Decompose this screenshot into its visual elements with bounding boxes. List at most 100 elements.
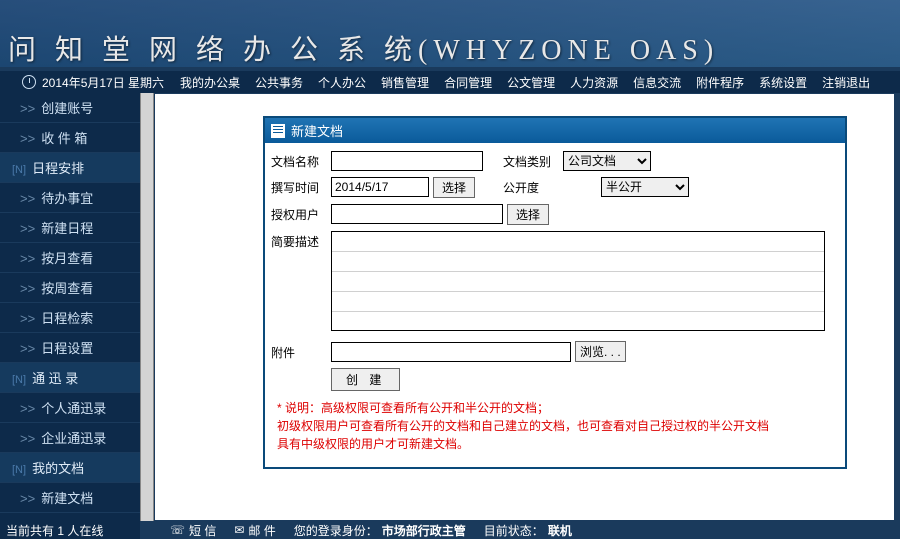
chevron-icon: >> (20, 431, 35, 446)
nav-attach[interactable]: 附件程序 (696, 74, 744, 91)
row-writetime: 撰写时间 选择 公开度 半公开 (271, 177, 839, 198)
sidebar-item-3[interactable]: >> 待办事宜 (0, 183, 140, 213)
sidebar-item-9[interactable]: [N] 通 迅 录 (0, 363, 140, 393)
document-icon (271, 124, 285, 138)
sidebar-item-14[interactable]: >>查看文档 (0, 513, 140, 521)
sidebar-label: 收 件 箱 (41, 131, 87, 146)
attach-input[interactable] (331, 342, 571, 362)
attach-label: 附件 (271, 342, 331, 361)
note-line3: 具有中级权限的用户才可新建文档。 (277, 435, 833, 453)
nav-docs[interactable]: 公文管理 (507, 74, 555, 91)
group-icon: [N] (12, 374, 26, 386)
mail-link[interactable]: ✉邮 件 (234, 522, 275, 539)
doctype-select[interactable]: 公司文档 (563, 151, 651, 171)
row-docname: 文档名称 文档类别 公司文档 (271, 151, 839, 171)
nav-desktop[interactable]: 我的办公桌 (180, 74, 240, 91)
doctype-label: 文档类别 (503, 151, 563, 170)
nav-logout[interactable]: 注销退出 (822, 74, 870, 91)
row-attach: 附件 浏览. . . (271, 341, 839, 362)
sidebar-label: 按月查看 (41, 251, 93, 266)
sidebar-item-4[interactable]: >> 新建日程 (0, 213, 140, 243)
form-body: 文档名称 文档类别 公司文档 撰写时间 选择 公开度 半公开 授权用户 选择 简… (265, 143, 845, 467)
chevron-icon: >> (20, 401, 35, 416)
authuser-label: 授权用户 (271, 204, 331, 223)
docname-input[interactable] (331, 151, 483, 171)
row-authuser: 授权用户 选择 (271, 204, 839, 225)
sidebar-item-11[interactable]: >> 企业通迅录 (0, 423, 140, 453)
sidebar-label: 日程安排 (32, 161, 84, 176)
sidebar-item-1[interactable]: >> 收 件 箱 (0, 123, 140, 153)
main-area: 新建文档 文档名称 文档类别 公司文档 撰写时间 选择 公开度 半公开 授权用户… (154, 93, 895, 521)
writetime-input[interactable] (331, 177, 429, 197)
chevron-icon: >> (20, 191, 35, 206)
chevron-icon: >> (20, 491, 35, 506)
sidebar-label: 按周查看 (41, 281, 93, 296)
online-count: 当前共有 1 人在线 (0, 522, 140, 539)
chevron-icon: >> (20, 101, 35, 116)
chevron-icon: >> (20, 251, 35, 266)
chevron-icon: >> (20, 131, 35, 146)
nav-settings[interactable]: 系统设置 (759, 74, 807, 91)
chevron-icon: >> (20, 341, 35, 356)
sidebar-label: 创建账号 (41, 101, 93, 116)
browse-button[interactable]: 浏览. . . (575, 341, 626, 362)
sidebar-label: 通 迅 录 (32, 371, 78, 386)
sidebar-label: 日程检索 (41, 311, 93, 326)
nav-info[interactable]: 信息交流 (633, 74, 681, 91)
note-line1: * 说明：高级权限可查看所有公开和半公开的文档； (277, 399, 833, 417)
group-icon: [N] (12, 164, 26, 176)
nav-sales[interactable]: 销售管理 (381, 74, 429, 91)
splitter[interactable] (140, 93, 154, 521)
sms-link[interactable]: ☏短 信 (170, 522, 216, 539)
sidebar-label: 企业通迅录 (41, 431, 106, 446)
authuser-input[interactable] (331, 204, 503, 224)
authuser-select-button[interactable]: 选择 (507, 204, 549, 225)
sidebar-item-0[interactable]: >> 创建账号 (0, 93, 140, 123)
note-line2: 初级权限用户可查看所有公开的文档和自己建立的文档，也可查看对自己授过权的半公开文… (277, 417, 833, 435)
public-select[interactable]: 半公开 (601, 177, 689, 197)
nav-contract[interactable]: 合同管理 (444, 74, 492, 91)
docname-label: 文档名称 (271, 151, 331, 170)
chevron-icon: >> (20, 221, 35, 236)
app-title: 问 知 堂 网 络 办 公 系 统(WHYZONE OAS) (8, 28, 719, 67)
desc-label: 简要描述 (271, 231, 331, 250)
sidebar-item-13[interactable]: >> 新建文档 (0, 483, 140, 513)
writetime-select-button[interactable]: 选择 (433, 177, 475, 198)
row-desc: 简要描述 (271, 231, 839, 331)
desc-textarea[interactable] (331, 231, 825, 331)
nav-public[interactable]: 公共事务 (255, 74, 303, 91)
nav-personal[interactable]: 个人办公 (318, 74, 366, 91)
sms-icon: ☏ (170, 523, 185, 537)
chevron-icon: >> (20, 311, 35, 326)
sidebar-label: 日程设置 (41, 341, 93, 356)
footer: 当前共有 1 人在线 ☏短 信 ✉邮 件 您的登录身份：市场部行政主管 目前状态… (0, 521, 900, 539)
sidebar-label: 新建日程 (41, 221, 93, 236)
sidebar-item-12[interactable]: [N]我的文档 (0, 453, 140, 483)
panel-title: 新建文档 (291, 121, 343, 140)
sidebar-label: 新建文档 (41, 491, 93, 506)
panel-title-bar: 新建文档 (265, 118, 845, 143)
new-doc-panel: 新建文档 文档名称 文档类别 公司文档 撰写时间 选择 公开度 半公开 授权用户… (263, 116, 847, 469)
sidebar-label: 我的文档 (32, 461, 84, 476)
notes: * 说明：高级权限可查看所有公开和半公开的文档； 初级权限用户可查看所有公开的文… (271, 397, 839, 459)
date-text: 2014年5月17日 星期六 (42, 74, 164, 91)
sidebar-item-5[interactable]: >> 按月查看 (0, 243, 140, 273)
sidebar-item-10[interactable]: >> 个人通迅录 (0, 393, 140, 423)
nav-hr[interactable]: 人力资源 (570, 74, 618, 91)
sidebar-label: 个人通迅录 (41, 401, 106, 416)
public-label: 公开度 (503, 177, 563, 196)
clock-icon (22, 75, 36, 89)
top-nav: 我的办公桌 公共事务 个人办公 销售管理 合同管理 公文管理 人力资源 信息交流… (168, 71, 900, 93)
sidebar-item-6[interactable]: >> 按周查看 (0, 273, 140, 303)
login-identity: 您的登录身份：市场部行政主管 (294, 522, 466, 539)
sidebar-item-2[interactable]: [N] 日程安排 (0, 153, 140, 183)
writetime-label: 撰写时间 (271, 177, 331, 196)
chevron-icon: >> (20, 281, 35, 296)
sidebar-label: 待办事宜 (41, 191, 93, 206)
sidebar-item-7[interactable]: >> 日程检索 (0, 303, 140, 333)
header: 问 知 堂 网 络 办 公 系 统(WHYZONE OAS) (0, 0, 900, 67)
row-create: 创 建 (271, 368, 839, 391)
sidebar-item-8[interactable]: >> 日程设置 (0, 333, 140, 363)
footer-mid: ☏短 信 ✉邮 件 您的登录身份：市场部行政主管 目前状态：联机 (140, 521, 900, 539)
create-button[interactable]: 创 建 (331, 368, 400, 391)
